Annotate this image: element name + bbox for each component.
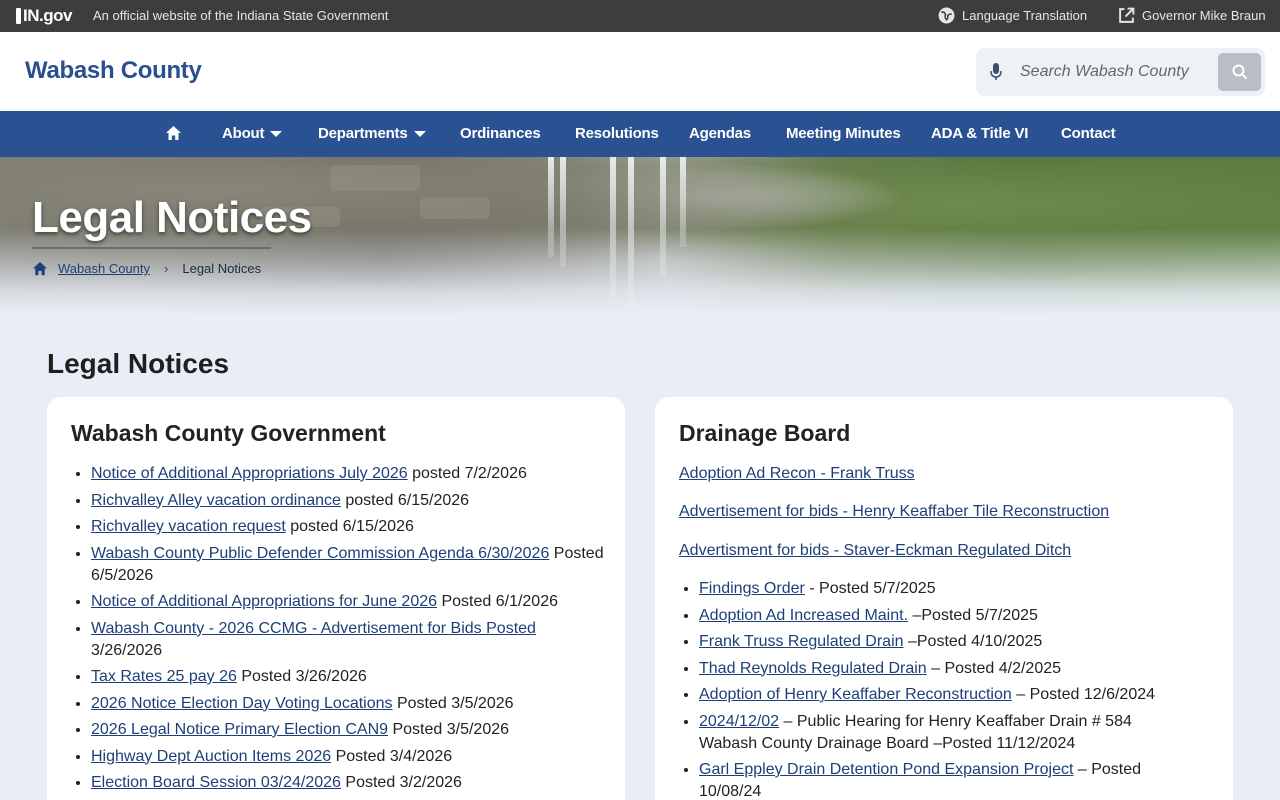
nav-contact[interactable]: Contact (1061, 125, 1116, 142)
notice-link[interactable]: Wabash County Public Defender Commission… (91, 545, 549, 562)
notice-link[interactable]: Findings Order (699, 580, 805, 597)
main-nav: About Departments Ordinances Resolutions… (0, 111, 1280, 157)
notice-link[interactable]: Frank Truss Regulated Drain (699, 633, 904, 650)
drainage-notice-link[interactable]: Advertisement for bids - Henry Keaffaber… (679, 503, 1109, 521)
posted-date: – Posted 4/2/2025 (926, 659, 1062, 677)
governor-label: Governor Mike Braun (1142, 8, 1266, 23)
microphone-icon[interactable] (988, 62, 1004, 82)
nav-ordinances[interactable]: Ordinances (460, 125, 541, 142)
posted-date: posted 7/2/2026 (407, 465, 527, 482)
nav-home[interactable] (165, 125, 182, 141)
drainage-notice-link[interactable]: Advertisment for bids - Staver-Eckman Re… (679, 542, 1071, 560)
notice-link[interactable]: 2026 Notice Election Day Voting Location… (91, 695, 393, 712)
list-item: Frank Truss Regulated Drain –Posted 4/10… (699, 631, 1179, 653)
drainage-board-card: Drainage Board Adoption Ad Recon - Frank… (655, 397, 1233, 800)
notice-link[interactable]: Richvalley Alley vacation ordinance (91, 492, 341, 509)
list-item: Richvalley Alley vacation ordinance post… (91, 490, 611, 512)
list-item: 2026 Notice Election Day Voting Location… (91, 693, 611, 715)
notice-link[interactable]: Highway Dept Auction Items 2026 (91, 748, 331, 765)
search-input[interactable] (1020, 58, 1190, 86)
language-translation-label: Language Translation (962, 8, 1088, 23)
caret-down-icon (270, 130, 283, 137)
home-icon[interactable] (32, 261, 48, 276)
notice-link[interactable]: Wabash County - 2026 CCMG - Advertisemen… (91, 620, 536, 637)
nav-departments[interactable]: Departments (318, 125, 426, 142)
posted-date: – Posted 12/6/2024 (1011, 686, 1156, 703)
external-link-icon (1119, 7, 1135, 23)
breadcrumb: Wabash County › Legal Notices (32, 261, 261, 276)
hero-title: Legal Notices (32, 193, 312, 242)
notice-link[interactable]: Thad Reynolds Regulated Drain (699, 660, 927, 677)
posted-date: - Posted 5/7/2025 (804, 580, 936, 597)
notice-link[interactable]: 2024/12/02 (699, 713, 779, 730)
list-item: Richvalley vacation request posted 6/15/… (91, 516, 611, 538)
globe-icon (938, 7, 955, 24)
governor-link[interactable]: Governor Mike Braun (1118, 7, 1266, 24)
list-item: Election Board Session 03/24/2026 Posted… (91, 772, 611, 794)
site-title[interactable]: Wabash County (25, 57, 202, 85)
list-item: Garl Eppley Drain Detention Pond Expansi… (699, 759, 1179, 800)
notice-link[interactable]: 2026 Legal Notice Primary Election CAN9 (91, 721, 388, 738)
caret-down-icon (413, 130, 426, 137)
card-title: Wabash County Government (71, 420, 386, 446)
posted-date: 3/26/2026 (91, 641, 163, 659)
page-title: Legal Notices (47, 348, 230, 379)
list-item: Adoption of Henry Keaffaber Reconstructi… (699, 684, 1179, 706)
posted-date: Posted 6/1/2026 (437, 593, 558, 610)
hero-banner: Legal Notices Wabash County › Legal Noti… (0, 157, 1280, 316)
county-notices-list: Notice of Additional Appropriations July… (91, 463, 611, 799)
state-banner: IN.gov An official website of the Indian… (0, 0, 1280, 32)
in-gov-logo[interactable]: IN.gov (16, 6, 72, 26)
list-item: Tax Rates 25 pay 26 Posted 3/26/2026 (91, 666, 611, 688)
posted-date: Posted 3/4/2026 (331, 747, 453, 765)
posted-date: Posted 3/5/2026 (392, 694, 514, 712)
posted-date: Posted 3/5/2026 (388, 721, 510, 738)
title-underline (32, 247, 271, 249)
posted-date: posted 6/15/2026 (340, 491, 470, 509)
list-item: Notice of Additional Appropriations July… (91, 463, 611, 485)
card-title: Drainage Board (679, 420, 851, 446)
list-item: 2024/12/02 – Public Hearing for Henry Ke… (699, 711, 1179, 755)
notice-link[interactable]: Adoption of Henry Keaffaber Reconstructi… (699, 686, 1012, 703)
nav-resolutions[interactable]: Resolutions (575, 125, 659, 142)
list-item: Notice of Additional Appropriations for … (91, 591, 611, 613)
posted-date: posted 6/15/2026 (285, 518, 414, 535)
posted-date: –Posted 4/10/2025 (903, 633, 1043, 650)
search-button[interactable] (1218, 53, 1261, 91)
breadcrumb-current: Legal Notices (182, 261, 262, 276)
nav-ada-title-vi[interactable]: ADA & Title VI (931, 125, 1028, 142)
list-item: Wabash County Public Defender Commission… (91, 543, 611, 587)
list-item: Wabash County - 2026 CCMG - Advertisemen… (91, 618, 611, 662)
official-site-text: An official website of the Indiana State… (93, 8, 389, 23)
list-item: Highway Dept Auction Items 2026 Posted 3… (91, 746, 611, 768)
notice-link[interactable]: Richvalley vacation request (91, 518, 286, 535)
posted-date: Posted 3/2/2026 (340, 774, 462, 791)
language-translation-link[interactable]: Language Translation (938, 7, 1087, 24)
list-item: Adoption Ad Increased Maint. –Posted 5/7… (699, 605, 1179, 627)
search-icon (1232, 64, 1247, 80)
site-header: Wabash County (0, 32, 1280, 111)
list-item: 2026 Legal Notice Primary Election CAN9 … (91, 719, 611, 741)
nav-meeting-minutes[interactable]: Meeting Minutes (786, 125, 901, 142)
drainage-notices-list: Findings Order - Posted 5/7/2025 Adoptio… (699, 578, 1179, 800)
nav-about[interactable]: About (222, 125, 283, 142)
notice-link[interactable]: Garl Eppley Drain Detention Pond Expansi… (699, 761, 1073, 778)
breadcrumb-home-link[interactable]: Wabash County (58, 261, 150, 276)
nav-agendas[interactable]: Agendas (689, 125, 751, 142)
county-government-card: Wabash County Government Notice of Addit… (47, 397, 625, 800)
list-item: Findings Order - Posted 5/7/2025 (699, 578, 1179, 600)
notice-link[interactable]: Notice of Additional Appropriations July… (91, 465, 408, 482)
notice-link[interactable]: Notice of Additional Appropriations for … (91, 593, 437, 610)
posted-date: –Posted 5/7/2025 (908, 606, 1038, 624)
notice-link[interactable]: Election Board Session 03/24/2026 (91, 774, 341, 791)
posted-date: Posted 3/26/2026 (236, 668, 367, 685)
drainage-notice-link[interactable]: Adoption Ad Recon - Frank Truss (679, 465, 915, 483)
notice-link[interactable]: Tax Rates 25 pay 26 (91, 668, 237, 685)
home-icon (166, 126, 181, 140)
notice-link[interactable]: Adoption Ad Increased Maint. (699, 607, 908, 624)
chevron-right-icon: › (164, 261, 169, 276)
search-box (976, 48, 1265, 96)
list-item: Thad Reynolds Regulated Drain – Posted 4… (699, 658, 1179, 680)
